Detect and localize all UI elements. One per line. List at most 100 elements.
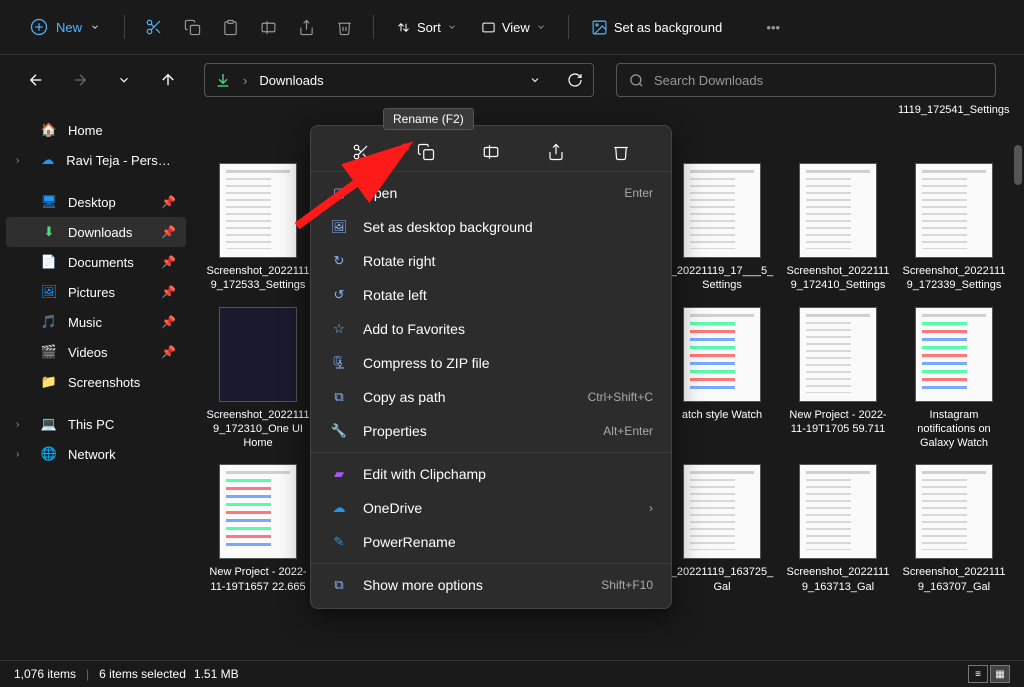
refresh-icon[interactable] xyxy=(567,72,583,88)
ctx-open[interactable]: ▢OpenEnter xyxy=(311,176,671,210)
thumbnail xyxy=(219,464,297,559)
file-item[interactable]: Screenshot_20221119_172410_Settings xyxy=(782,159,894,297)
ctx-label: Edit with Clipchamp xyxy=(363,466,653,482)
view-button[interactable]: View xyxy=(471,14,556,41)
sidebar-item-home[interactable]: 🏠Home xyxy=(6,115,186,145)
ctx-powerrename[interactable]: ✎PowerRename xyxy=(311,525,671,559)
back-button[interactable] xyxy=(18,62,54,98)
sidebar-item-pictures[interactable]: 🖼Pictures📌 xyxy=(6,277,186,307)
network-icon: 🌐 xyxy=(40,446,58,462)
star-icon: ☆ xyxy=(329,321,349,337)
share-button[interactable] xyxy=(289,10,323,44)
rotate-right-icon: ↻ xyxy=(329,253,349,269)
ctx-delete-button[interactable] xyxy=(602,136,640,168)
chevron-down-icon xyxy=(117,73,131,87)
ctx-more-options[interactable]: ⧉Show more optionsShift+F10 xyxy=(311,568,671,602)
file-item[interactable]: Screenshot_20221119_172310_One UI Home xyxy=(202,303,314,455)
copy-icon xyxy=(184,19,201,36)
file-name: atch style Watch xyxy=(682,408,762,422)
sort-button[interactable]: Sort xyxy=(386,14,467,41)
address-bar[interactable]: › Downloads xyxy=(204,63,594,97)
recent-button[interactable] xyxy=(106,62,142,98)
search-input[interactable]: Search Downloads xyxy=(616,63,996,97)
sidebar-item-downloads[interactable]: ⬇Downloads📌 xyxy=(6,217,186,247)
sidebar-item-desktop[interactable]: 🖥Desktop📌 xyxy=(6,187,186,217)
ctx-onedrive[interactable]: ☁OneDrive› xyxy=(311,491,671,525)
up-button[interactable] xyxy=(150,62,186,98)
sidebar-item-documents[interactable]: 📄Documents📌 xyxy=(6,247,186,277)
file-item[interactable]: _20221119_163725_Gal xyxy=(666,460,778,598)
file-item[interactable]: _20221119_17___5_Settings xyxy=(666,159,778,297)
sidebar-item-label: Pictures xyxy=(68,285,115,300)
thumbnail xyxy=(915,464,993,559)
trash-icon xyxy=(612,143,630,161)
view-label: View xyxy=(502,20,530,35)
file-name: _20221119_163725_Gal xyxy=(668,565,776,594)
file-item[interactable]: 1119_172541_Settings xyxy=(898,103,1006,117)
cloud-icon: ☁ xyxy=(329,500,349,516)
rename-icon xyxy=(260,19,277,36)
paste-button[interactable] xyxy=(213,10,247,44)
search-icon xyxy=(629,73,644,88)
delete-button[interactable] xyxy=(327,10,361,44)
cut-button[interactable] xyxy=(137,10,171,44)
file-name: New Project - 2022-11-19T1705 59.711 xyxy=(786,408,890,437)
ctx-copy-button[interactable] xyxy=(407,136,445,168)
file-item[interactable]: Instagram notifications on Galaxy Watch xyxy=(898,303,1010,455)
cloud-icon: ☁ xyxy=(39,152,56,168)
ctx-rotate-right[interactable]: ↻Rotate right xyxy=(311,244,671,278)
file-item[interactable]: Screenshot_20221119_163707_Gal xyxy=(898,460,1010,598)
ctx-label: Show more options xyxy=(363,577,587,593)
ctx-shortcut: Ctrl+Shift+C xyxy=(588,390,653,404)
ctx-clipchamp[interactable]: ▰Edit with Clipchamp xyxy=(311,457,671,491)
sort-icon xyxy=(396,20,411,35)
sidebar-item-network[interactable]: ›🌐Network xyxy=(6,439,186,469)
scissors-icon xyxy=(352,143,370,161)
sidebar-item-personal[interactable]: ›☁Ravi Teja - Personal xyxy=(6,145,186,175)
file-name: Screenshot_20221119_163713_Gal xyxy=(784,565,892,594)
pin-icon: 📌 xyxy=(161,195,176,209)
file-item[interactable]: Screenshot_20221119_172339_Settings xyxy=(898,159,1010,297)
file-item[interactable]: Screenshot_20221119_172533_Settings xyxy=(202,159,314,297)
ctx-shortcut: Shift+F10 xyxy=(601,578,653,592)
rename-button[interactable] xyxy=(251,10,285,44)
chevron-down-icon xyxy=(536,22,546,32)
ctx-properties[interactable]: 🔧PropertiesAlt+Enter xyxy=(311,414,671,448)
sidebar-item-screenshots[interactable]: 📁Screenshots xyxy=(6,367,186,397)
set-bg-button[interactable]: Set as background xyxy=(581,13,732,42)
sidebar-item-this-pc[interactable]: ›💻This PC xyxy=(6,409,186,439)
chevron-down-icon[interactable] xyxy=(529,74,541,86)
sidebar-item-videos[interactable]: 🎬Videos📌 xyxy=(6,337,186,367)
file-item[interactable]: New Project - 2022-11-19T1705 59.711 xyxy=(782,303,894,455)
rename-icon xyxy=(482,143,500,161)
file-item[interactable]: Screenshot_20221119_163713_Gal xyxy=(782,460,894,598)
ctx-rotate-left[interactable]: ↺Rotate left xyxy=(311,278,671,312)
chevron-right-icon: › xyxy=(649,501,653,515)
more-button[interactable]: ••• xyxy=(756,10,790,44)
file-item[interactable]: atch style Watch xyxy=(666,303,778,455)
file-item[interactable]: New Project - 2022-11-19T1657 22.665 xyxy=(202,460,314,598)
ctx-cut-button[interactable] xyxy=(342,136,380,168)
picture-icon xyxy=(591,19,608,36)
scrollbar[interactable] xyxy=(1014,145,1022,185)
view-details-button[interactable]: ≡ xyxy=(968,665,988,683)
ctx-favorites[interactable]: ☆Add to Favorites xyxy=(311,312,671,346)
clipboard-icon xyxy=(222,19,239,36)
file-name: 1119_172541_Settings xyxy=(898,104,1010,116)
view-thumbnails-button[interactable]: ▦ xyxy=(990,665,1010,683)
sidebar-item-music[interactable]: 🎵Music📌 xyxy=(6,307,186,337)
ctx-rename-button[interactable] xyxy=(472,136,510,168)
pin-icon: 📌 xyxy=(161,345,176,359)
ctx-share-button[interactable] xyxy=(537,136,575,168)
ctx-zip[interactable]: 🗜Compress to ZIP file xyxy=(311,346,671,380)
thumbnail xyxy=(799,464,877,559)
ctx-copy-path[interactable]: ⧉Copy as pathCtrl+Shift+C xyxy=(311,380,671,414)
pin-icon: 📌 xyxy=(161,225,176,239)
ctx-label: Compress to ZIP file xyxy=(363,355,653,371)
forward-button[interactable] xyxy=(62,62,98,98)
sidebar-item-label: Screenshots xyxy=(68,375,140,390)
copy-button[interactable] xyxy=(175,10,209,44)
new-button[interactable]: New xyxy=(18,12,112,42)
ctx-set-bg[interactable]: 🖼Set as desktop background xyxy=(311,210,671,244)
sidebar-item-label: Documents xyxy=(68,255,134,270)
